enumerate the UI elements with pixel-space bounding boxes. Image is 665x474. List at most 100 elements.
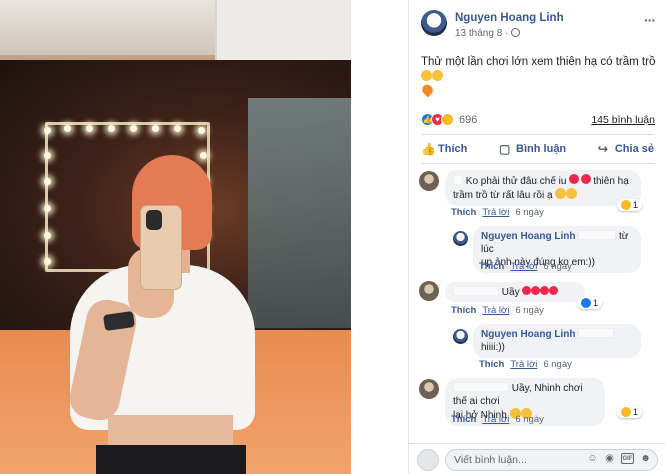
- comment-reply-link[interactable]: Trả lời: [482, 414, 509, 425]
- vanity-bulb: [86, 125, 93, 132]
- haha-reaction-icon: [621, 407, 631, 417]
- redacted-name: [453, 286, 499, 296]
- reply-author-name[interactable]: Nguyen Hoang Linh: [481, 231, 575, 242]
- speech-bubble-icon: ▢: [499, 142, 511, 156]
- reply-age: 6 ngày: [543, 261, 572, 272]
- my-avatar: [417, 449, 439, 471]
- wow-reaction-icon: [441, 113, 454, 126]
- like-reaction-icon: [581, 298, 591, 308]
- comment-bubble: Ko phải thử đâu chế iu thiên hạ trầm trồ…: [445, 170, 641, 206]
- vanity-bulb: [44, 258, 51, 265]
- globe-icon: [511, 28, 521, 37]
- reply-like-link[interactable]: Thích: [479, 261, 504, 272]
- vanity-bulb: [152, 125, 159, 132]
- red-heart-icon: [569, 174, 580, 184]
- camera-icon[interactable]: ◉: [604, 453, 615, 464]
- comment-meta: Thích Trả lời 6 ngày: [451, 414, 544, 425]
- comment-like-link[interactable]: Thích: [451, 207, 476, 218]
- composer-tools: ☺ ◉ GIF ☻: [587, 453, 651, 464]
- reply-reply-link[interactable]: Trả lời: [510, 261, 537, 272]
- author-avatar[interactable]: [421, 10, 447, 36]
- redacted-tag: [578, 230, 617, 240]
- commenter-avatar[interactable]: [419, 171, 439, 191]
- gif-icon[interactable]: GIF: [621, 453, 634, 464]
- comment-count-link[interactable]: 145 bình luận: [591, 114, 655, 126]
- post-side-panel: Nguyen Hoang Linh 13 tháng 8 · ··· Thử m…: [408, 0, 665, 474]
- reply-author-name[interactable]: Nguyen Hoang Linh: [481, 329, 575, 340]
- like-label: Thích: [438, 143, 468, 155]
- red-heart-icon: [581, 174, 592, 184]
- divider: [421, 163, 654, 164]
- reaction-summary[interactable]: 👍 ♥ 696: [421, 113, 477, 126]
- reaction-count: 696: [459, 113, 478, 126]
- vanity-bulb: [44, 205, 51, 212]
- author-reply-avatar[interactable]: [453, 231, 468, 246]
- sticker-icon[interactable]: ☻: [640, 453, 651, 464]
- like-button[interactable]: 👍 Thích: [421, 143, 467, 155]
- author-reply-avatar[interactable]: [453, 329, 468, 344]
- comment-input-placeholder: Viết bình luận...: [454, 454, 527, 466]
- reply-text: hiiii:)): [481, 342, 505, 353]
- redacted-name: [453, 382, 509, 392]
- comment-age: 6 ngày: [515, 207, 544, 218]
- comment-age: 6 ngày: [515, 414, 544, 425]
- comment-meta: Thích Trả lời 6 ngày: [451, 305, 544, 316]
- laugh-emoji-icon: [566, 188, 578, 199]
- red-heart-icon: [522, 286, 532, 295]
- photo-phone-camera: [146, 210, 162, 230]
- vanity-bulb: [64, 125, 71, 132]
- comment-text: Uầy: [501, 287, 520, 298]
- comment-like-link[interactable]: Thích: [451, 414, 476, 425]
- redacted-name: [453, 175, 463, 185]
- post-photo[interactable]: [0, 0, 351, 474]
- vanity-bulb: [130, 125, 137, 132]
- photo-window: [248, 98, 351, 328]
- reply-like-link[interactable]: Thích: [479, 359, 504, 370]
- haha-reaction-icon: [621, 200, 631, 210]
- badge-count: 1: [633, 407, 639, 417]
- reply-meta: Thích Trả lời 6 ngày: [479, 261, 572, 272]
- red-heart-icon: [540, 286, 550, 295]
- comment-reaction-badge[interactable]: 1: [577, 297, 603, 309]
- post-timestamp[interactable]: 13 tháng 8 ·: [455, 28, 521, 39]
- comment-reply-link[interactable]: Trả lời: [482, 207, 509, 218]
- comment-bubble: Uầy: [445, 282, 585, 302]
- comment-reaction-badge[interactable]: 1: [617, 406, 643, 418]
- reply-age: 6 ngày: [543, 359, 572, 370]
- comment-reaction-badge[interactable]: 1: [617, 199, 643, 211]
- red-heart-icon: [531, 286, 541, 295]
- post-caption: Thử một lần chơi lớn xem thiên hạ có trầ…: [420, 55, 659, 100]
- laugh-emoji-icon: [432, 70, 443, 81]
- emoji-icon[interactable]: ☺: [587, 453, 598, 464]
- comment-text: Ko phải thử đâu chế iu: [465, 176, 567, 187]
- comment-age: 6 ngày: [515, 305, 544, 316]
- action-bar: 👍 Thích ▢ Bình luận ↪ Chia sẻ: [421, 138, 654, 160]
- grin-emoji-icon: [421, 70, 432, 81]
- vanity-bulb: [44, 152, 51, 159]
- photo-gap: [351, 0, 408, 474]
- more-options-icon[interactable]: ···: [644, 12, 656, 28]
- vanity-bulb: [44, 232, 51, 239]
- author-name[interactable]: Nguyen Hoang Linh: [455, 12, 564, 24]
- comment-label: Bình luận: [516, 143, 567, 155]
- commenter-avatar[interactable]: [419, 379, 439, 399]
- comment-reply-link[interactable]: Trả lời: [482, 305, 509, 316]
- comment-meta: Thích Trả lời 6 ngày: [451, 207, 544, 218]
- share-arrow-icon: ↪: [597, 142, 608, 156]
- reply-reply-link[interactable]: Trả lời: [510, 359, 537, 370]
- redacted-tag: [578, 328, 615, 338]
- share-button[interactable]: ↪ Chia sẻ: [598, 143, 654, 155]
- vanity-bulb: [174, 125, 181, 132]
- badge-count: 1: [593, 298, 599, 308]
- commenter-avatar[interactable]: [419, 281, 439, 301]
- comment-composer: Viết bình luận... ☺ ◉ GIF ☻: [409, 443, 665, 474]
- reply-meta: Thích Trả lời 6 ngày: [479, 359, 572, 370]
- vanity-bulb: [44, 178, 51, 185]
- comment-input[interactable]: Viết bình luận... ☺ ◉ GIF ☻: [445, 449, 658, 471]
- comment-like-link[interactable]: Thích: [451, 305, 476, 316]
- vanity-bulb: [198, 127, 205, 134]
- divider: [421, 134, 654, 135]
- orange-heart-icon: [420, 82, 435, 98]
- comment-button[interactable]: ▢ Bình luận: [499, 143, 566, 155]
- vanity-bulb: [108, 125, 115, 132]
